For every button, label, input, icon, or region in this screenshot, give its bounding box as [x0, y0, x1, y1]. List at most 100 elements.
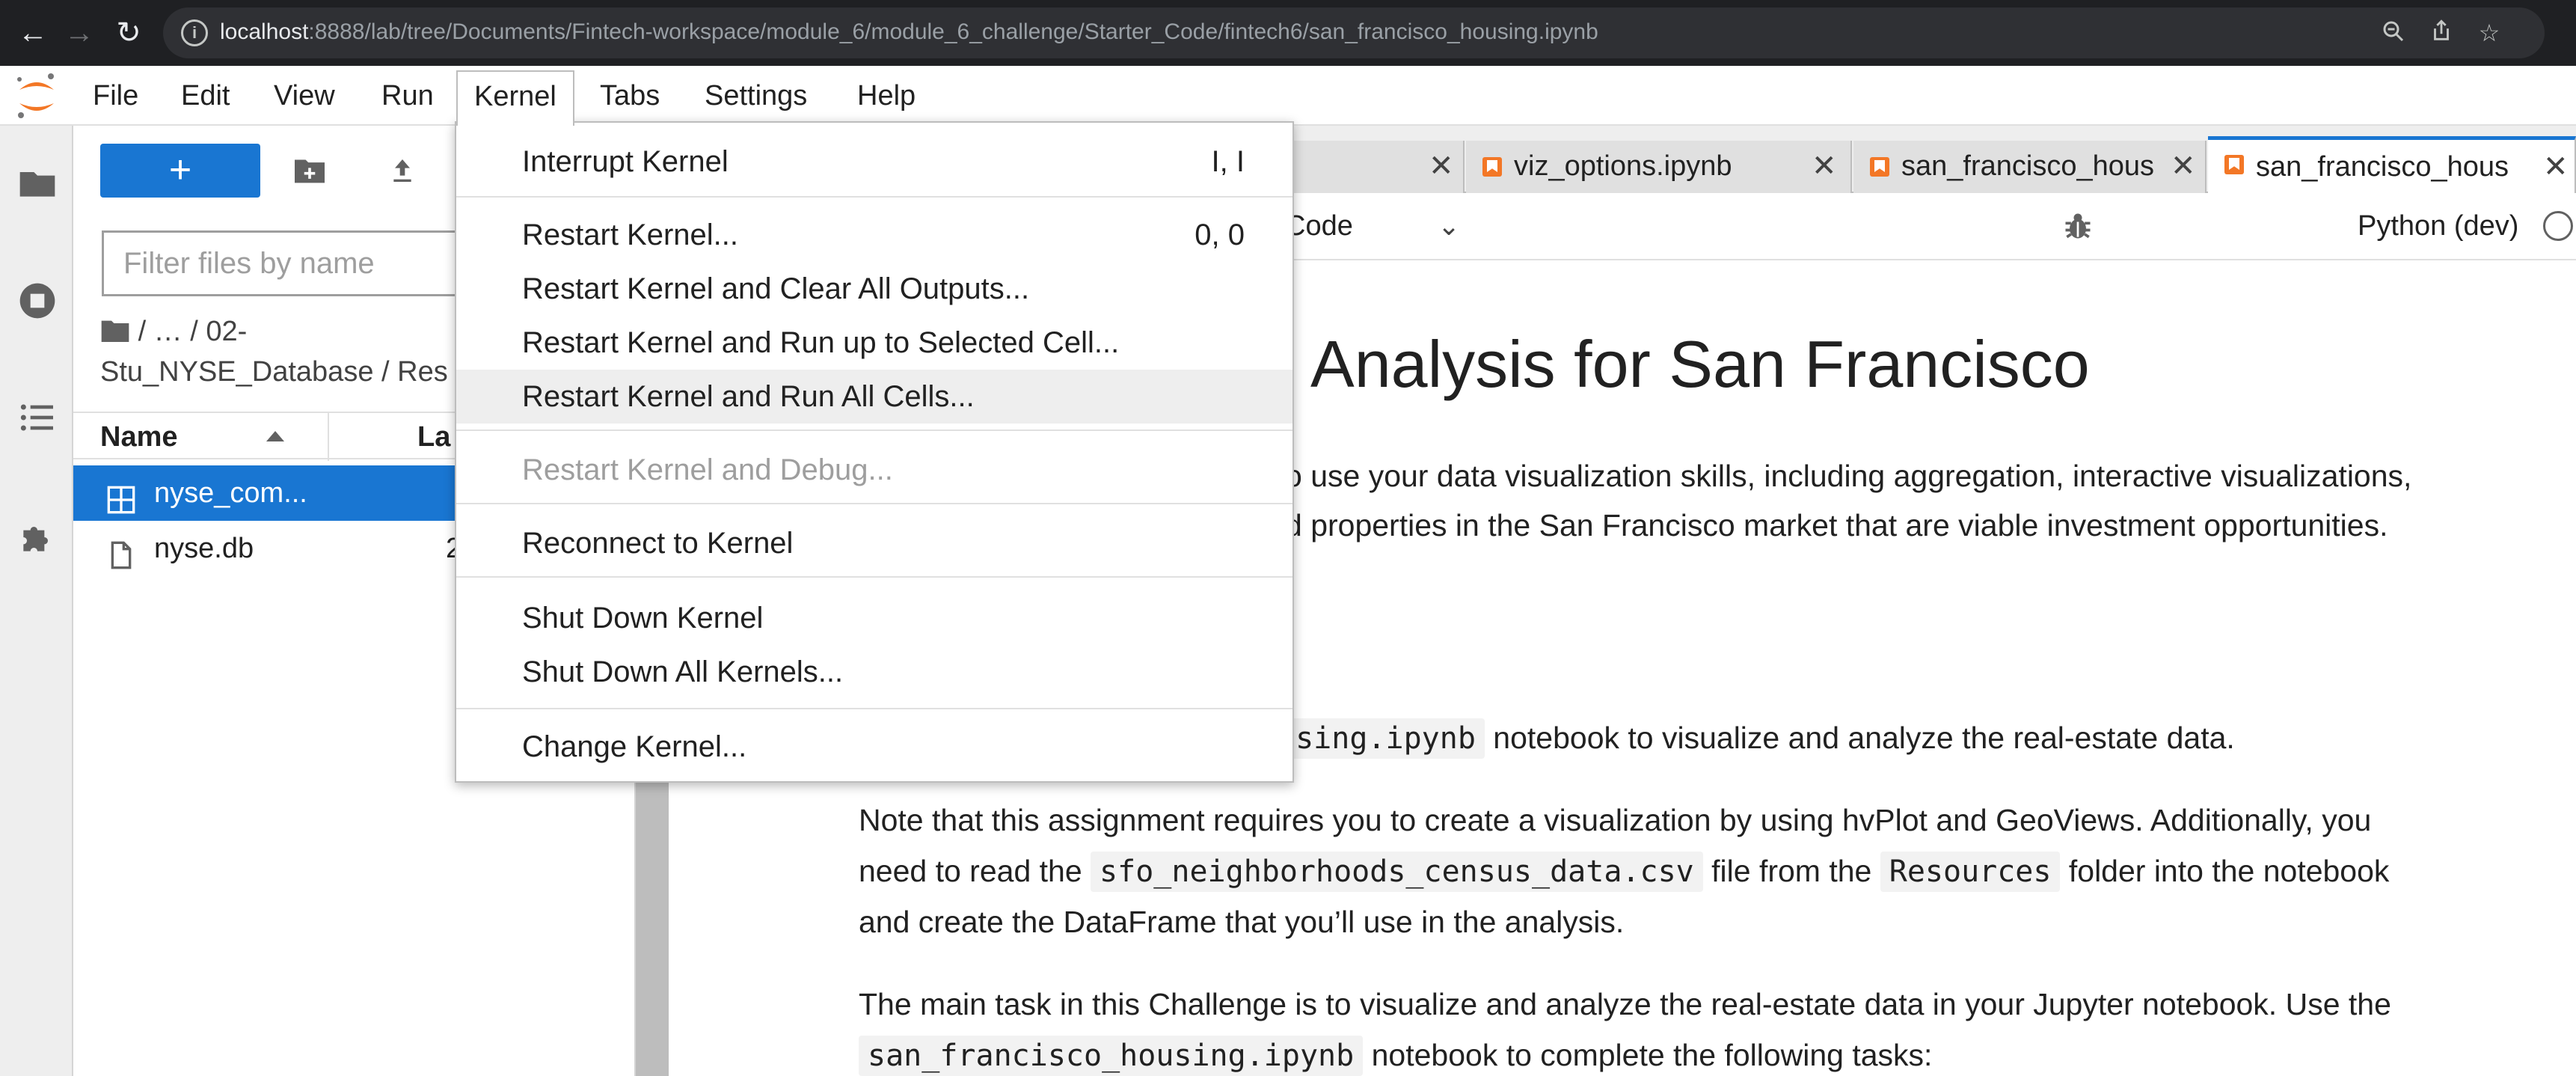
- new-folder-icon[interactable]: [293, 156, 326, 186]
- paragraph-line: san_francisco_housing.ipynb notebook to …: [859, 1030, 1932, 1076]
- share-icon[interactable]: [2426, 18, 2456, 48]
- paragraph-line: Note that this assignment requires you t…: [859, 803, 2372, 837]
- notebook-heading: Analysis for San Francisco: [1310, 327, 2090, 401]
- menu-item-restart-run-all[interactable]: Restart Kernel and Run All Cells...: [456, 370, 1292, 424]
- tab-viz-options[interactable]: viz_options.ipynb ✕: [1466, 141, 1852, 193]
- running-kernels-icon[interactable]: [16, 280, 58, 322]
- tab-notebook[interactable]: ✕: [1281, 141, 1465, 193]
- menu-item-label: Interrupt Kernel: [522, 145, 729, 178]
- menu-kernel[interactable]: Kernel: [456, 70, 574, 126]
- url-host: localhost: [220, 19, 309, 44]
- paragraph-line: using.ipynb notebook to visualize and an…: [1269, 712, 2235, 764]
- menu-tabs[interactable]: Tabs: [600, 78, 660, 114]
- home-folder-icon[interactable]: [100, 318, 130, 343]
- url-path: :8888/lab/tree/Documents/Fintech-workspa…: [308, 19, 1598, 44]
- tab-san-francisco-housing[interactable]: san_francisco_hous ✕: [1853, 141, 2207, 193]
- paragraph-text: notebook to complete the following tasks…: [1363, 1038, 1933, 1072]
- menu-separator: [456, 576, 1292, 578]
- paragraph-line: need to read the sfo_neighborhoods_censu…: [859, 846, 2389, 897]
- menu-item-label: Restart Kernel and Debug...: [522, 453, 893, 486]
- menu-separator: [456, 503, 1292, 504]
- menu-item-shortcut: 0, 0: [1195, 218, 1245, 251]
- menu-item-label: Change Kernel...: [522, 730, 747, 763]
- tab-san-francisco-housing-active[interactable]: san_francisco_hous ✕: [2208, 136, 2576, 195]
- menu-item-label: Restart Kernel and Run All Cells...: [522, 380, 975, 413]
- kernel-name[interactable]: Python (dev): [2358, 208, 2518, 244]
- paragraph-text: file from the: [1702, 854, 1880, 888]
- kernel-status-icon: [2543, 211, 2573, 241]
- inline-code: Resources: [1880, 852, 2061, 892]
- menu-item-label: Restart Kernel and Run up to Selected Ce…: [522, 326, 1120, 359]
- menu-item-label: Shut Down Kernel: [522, 602, 764, 635]
- reload-icon[interactable]: ↻: [109, 13, 148, 52]
- back-icon[interactable]: ←: [13, 13, 52, 52]
- tab-label: viz_options.ipynb: [1514, 150, 1732, 182]
- menu-separator: [456, 708, 1292, 709]
- menu-separator: [456, 430, 1292, 431]
- jupyter-logo-icon: [13, 70, 60, 121]
- menu-item-change-kernel[interactable]: Change Kernel...: [456, 720, 1292, 774]
- close-icon[interactable]: ✕: [2171, 141, 2196, 192]
- site-info-icon[interactable]: i: [181, 19, 208, 46]
- extension-puzzle-icon[interactable]: [16, 516, 58, 558]
- bookmark-star-icon[interactable]: ☆: [2474, 18, 2504, 48]
- menu-item-restart-kernel[interactable]: Restart Kernel... 0, 0: [456, 208, 1292, 262]
- menubar: File Edit View Run Kernel Tabs Settings …: [0, 66, 2576, 126]
- close-icon[interactable]: ✕: [1812, 141, 1837, 192]
- column-last-modified[interactable]: La: [417, 419, 450, 455]
- menu-view[interactable]: View: [274, 78, 335, 114]
- column-divider[interactable]: [328, 413, 329, 461]
- browser-toolbar: ← → ↻ i localhost:8888/lab/tree/Document…: [0, 0, 2576, 66]
- menu-item-shut-down-kernel[interactable]: Shut Down Kernel: [456, 591, 1292, 645]
- paragraph-text: need to read the: [859, 854, 1091, 888]
- menu-item-restart-clear-outputs[interactable]: Restart Kernel and Clear All Outputs...: [456, 262, 1292, 316]
- notebook-icon: [1870, 157, 1889, 177]
- menu-item-label: Restart Kernel...: [522, 218, 739, 251]
- inline-code: san_francisco_housing.ipynb: [859, 1036, 1364, 1076]
- folder-icon[interactable]: [16, 162, 58, 204]
- menu-separator: [456, 196, 1292, 198]
- menu-item-restart-debug[interactable]: Restart Kernel and Debug...: [456, 443, 1292, 497]
- paragraph-text: notebook to visualize and analyze the re…: [1484, 721, 2235, 755]
- menu-item-reconnect-kernel[interactable]: Reconnect to Kernel: [456, 516, 1292, 570]
- menu-run[interactable]: Run: [381, 78, 434, 114]
- menu-item-interrupt-kernel[interactable]: Interrupt Kernel I, I: [456, 135, 1292, 189]
- close-icon[interactable]: ✕: [1429, 141, 1454, 192]
- table-icon: [106, 478, 136, 514]
- inline-code: sfo_neighborhoods_census_data.csv: [1091, 852, 1703, 892]
- sort-ascending-icon[interactable]: [266, 431, 284, 441]
- menu-item-shut-down-all-kernels[interactable]: Shut Down All Kernels...: [456, 645, 1292, 699]
- menu-item-restart-run-to-selected[interactable]: Restart Kernel and Run up to Selected Ce…: [456, 316, 1292, 370]
- paragraph-line: o use your data visualization skills, in…: [1285, 459, 2412, 493]
- address-bar[interactable]: i localhost:8888/lab/tree/Documents/Fint…: [163, 7, 2545, 58]
- paragraph-text: folder into the notebook: [2060, 854, 2390, 888]
- notebook-icon: [2224, 155, 2244, 174]
- kernel-menu-dropdown: Interrupt Kernel I, I Restart Kernel... …: [455, 121, 1294, 783]
- debugger-bug-icon[interactable]: [2061, 210, 2094, 242]
- close-icon[interactable]: ✕: [2543, 140, 2569, 194]
- menu-item-label: Shut Down All Kernels...: [522, 655, 844, 688]
- table-of-contents-icon[interactable]: [16, 397, 58, 438]
- chevron-down-icon[interactable]: ⌄: [1438, 208, 1460, 244]
- paragraph-line: and create the DataFrame that you’ll use…: [859, 905, 1625, 939]
- file-name: nyse_com...: [154, 477, 307, 509]
- left-activity-bar: [0, 126, 73, 1076]
- upload-icon[interactable]: [387, 156, 420, 186]
- menu-file[interactable]: File: [93, 78, 138, 114]
- inline-code: using.ipynb: [1269, 718, 1485, 759]
- zoom-icon[interactable]: [2379, 18, 2408, 48]
- new-launcher-button[interactable]: +: [100, 144, 260, 198]
- menu-edit[interactable]: Edit: [181, 78, 230, 114]
- forward-icon[interactable]: →: [60, 13, 99, 52]
- url-text[interactable]: localhost:8888/lab/tree/Documents/Fintec…: [220, 19, 1598, 45]
- menu-settings[interactable]: Settings: [705, 78, 807, 114]
- column-name[interactable]: Name: [100, 419, 178, 455]
- menu-item-shortcut: I, I: [1211, 145, 1245, 178]
- cell-type-select[interactable]: Code: [1285, 208, 1353, 244]
- menu-help[interactable]: Help: [857, 78, 916, 114]
- breadcrumb-path[interactable]: / … / 02-: [138, 316, 248, 347]
- tab-label: san_francisco_hous: [1901, 150, 2154, 182]
- menu-item-label: Reconnect to Kernel: [522, 527, 794, 560]
- menu-item-label: Restart Kernel and Clear All Outputs...: [522, 272, 1030, 305]
- paragraph-line: d properties in the San Francisco market…: [1285, 508, 2388, 542]
